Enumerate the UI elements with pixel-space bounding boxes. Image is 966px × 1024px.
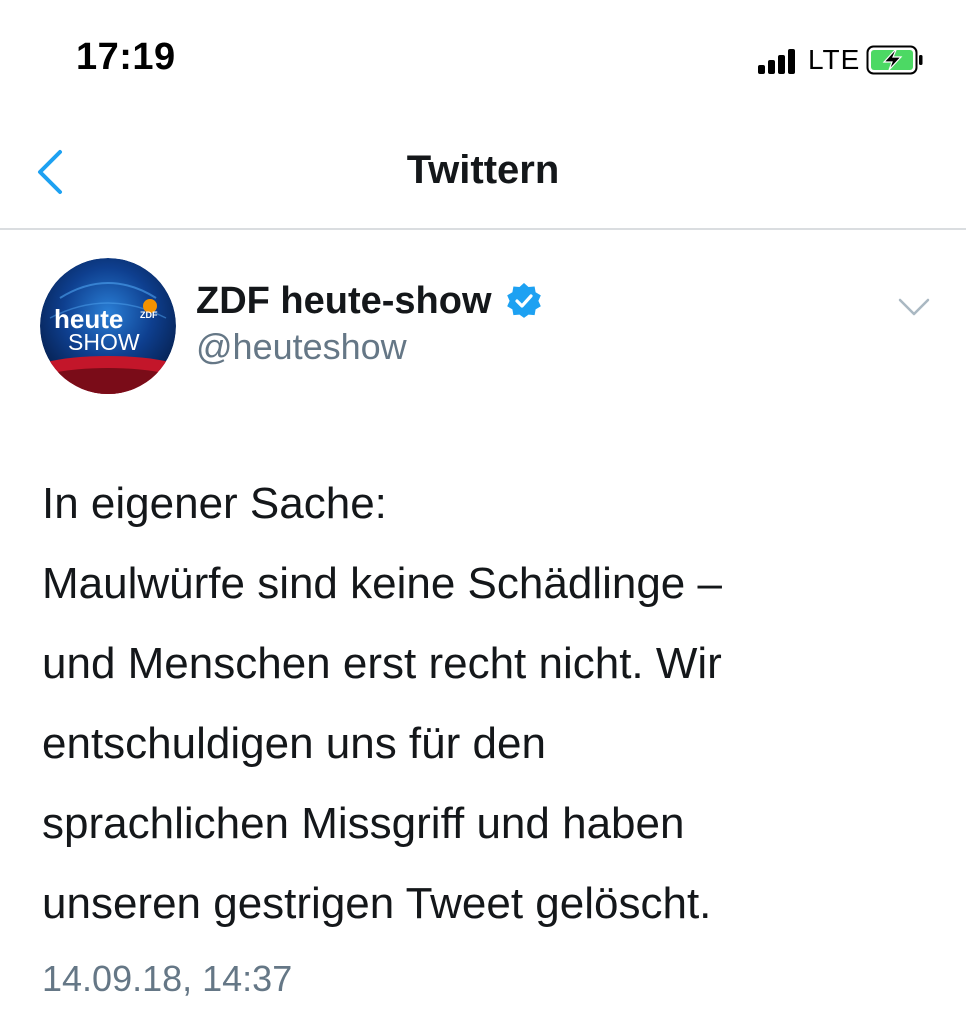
status-bar: 17:19 LTE <box>0 0 966 110</box>
status-time: 17:19 <box>76 36 176 78</box>
svg-text:SHOW: SHOW <box>68 329 140 355</box>
tweet-text-line: unseren gestrigen Tweet gelöscht. <box>42 879 712 928</box>
chevron-down-icon[interactable] <box>896 294 932 320</box>
network-type: LTE <box>808 44 861 75</box>
tweet-text-line: Maulwürfe sind keine Schädlinge – <box>42 559 722 608</box>
tweet-text-line: und Menschen erst recht nicht. Wir <box>42 639 722 688</box>
author-name-row: ZDF heute-show <box>196 278 542 324</box>
tweet-text-line: In eigener Sache: <box>42 479 387 528</box>
tweet-text-line: sprachlichen Missgriff und haben <box>42 799 685 848</box>
heute-show-logo: ZDF heute SHOW <box>40 258 176 394</box>
tweet-timestamp: 14.09.18, 14:37 <box>42 958 293 999</box>
svg-text:ZDF: ZDF <box>140 310 158 320</box>
tweet-text: In eigener Sache: Maulwürfe sind keine S… <box>42 464 932 944</box>
navigation-bar: Twittern <box>0 110 966 230</box>
page-title: Twittern <box>406 148 560 192</box>
verified-badge-icon <box>506 283 541 318</box>
battery-charging-icon <box>866 45 923 75</box>
tweet-text-line: entschuldigen uns für den <box>42 719 546 768</box>
user-handle[interactable]: @heuteshow <box>196 326 407 368</box>
display-name[interactable]: ZDF heute-show <box>196 280 492 323</box>
signal-strength-icon <box>758 48 802 74</box>
avatar[interactable]: ZDF heute SHOW <box>40 258 176 394</box>
